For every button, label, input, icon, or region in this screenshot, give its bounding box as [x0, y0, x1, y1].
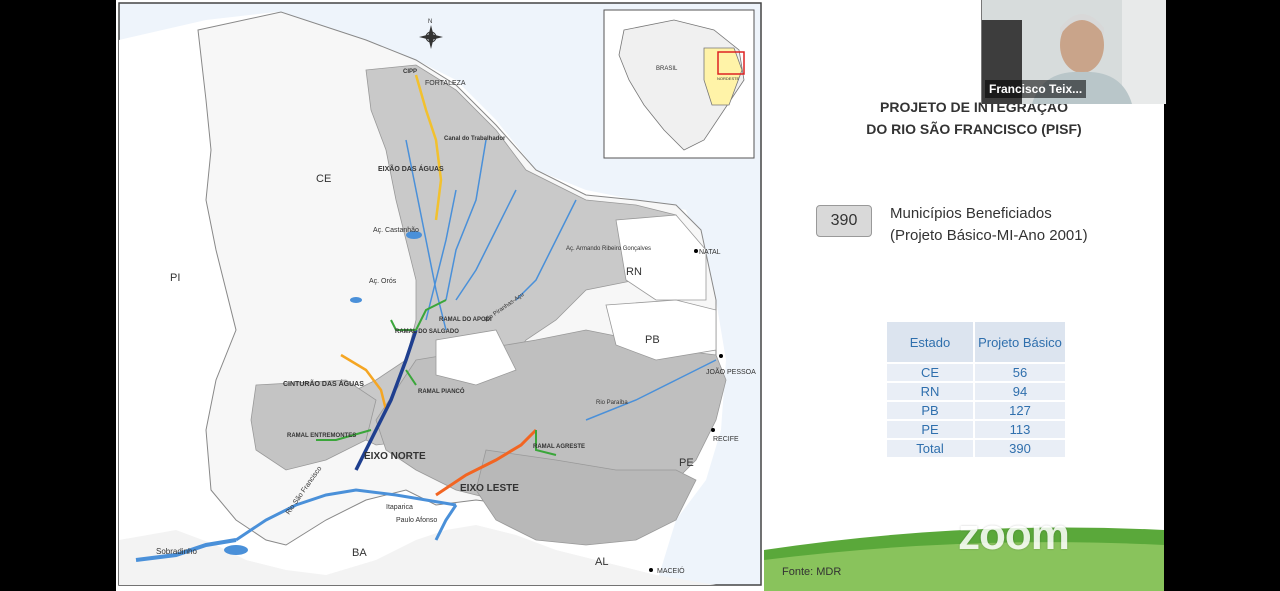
table-row: CE 56	[887, 362, 1065, 382]
map-graphic: CE PI RN PB PE BA AL FORTALEZA NATAL JOÃ…	[118, 2, 762, 586]
svg-text:BA: BA	[352, 547, 367, 559]
municipalities-count-badge: 390	[816, 205, 872, 237]
table-cell-state: PE	[887, 419, 975, 439]
svg-text:Rio Paraíba: Rio Paraíba	[596, 400, 628, 406]
table-cell-value: 127	[974, 400, 1065, 420]
svg-text:N: N	[428, 19, 432, 25]
svg-text:Sobradinho: Sobradinho	[156, 547, 197, 556]
svg-text:Paulo Afonso: Paulo Afonso	[396, 517, 437, 524]
table-cell-value: 94	[974, 381, 1065, 401]
svg-text:FORTALEZA: FORTALEZA	[425, 80, 466, 87]
slide-title-line2: DO RIO SÃO FRANCISCO (PISF)	[866, 121, 1082, 137]
svg-text:RN: RN	[626, 266, 642, 278]
table-header-estado: Estado	[887, 322, 975, 364]
table-cell-state: PB	[887, 400, 975, 420]
table-cell-state: CE	[887, 362, 975, 382]
svg-text:CIPP: CIPP	[403, 69, 417, 75]
svg-text:NORDESTE: NORDESTE	[717, 76, 740, 81]
svg-text:RAMAL AGRESTE: RAMAL AGRESTE	[533, 444, 585, 450]
table-cell-state: RN	[887, 381, 975, 401]
table-row: Total 390	[887, 438, 1065, 457]
svg-text:Aç. Castanhão: Aç. Castanhão	[373, 227, 419, 234]
table-row: RN 94	[887, 381, 1065, 401]
svg-text:RAMAL DO SALGADO: RAMAL DO SALGADO	[395, 329, 459, 335]
svg-text:BRASIL: BRASIL	[656, 66, 678, 72]
svg-text:CINTURÃO DAS ÁGUAS: CINTURÃO DAS ÁGUAS	[283, 379, 364, 388]
table-row: PE 113	[887, 419, 1065, 439]
svg-text:Aç. Armando Ribeiro Gonçalves: Aç. Armando Ribeiro Gonçalves	[566, 246, 651, 252]
svg-text:PE: PE	[679, 457, 694, 469]
municipalities-description: Municípios Beneficiados (Projeto Básico-…	[890, 203, 1088, 247]
zoom-watermark: zoom	[958, 510, 1070, 559]
svg-text:RAMAL PIANCÓ: RAMAL PIANCÓ	[418, 387, 465, 395]
svg-text:NATAL: NATAL	[699, 249, 721, 256]
table-cell-state: Total	[887, 438, 975, 457]
svg-text:AL: AL	[595, 556, 608, 568]
table-header-projeto-basico: Projeto Básico	[974, 322, 1065, 364]
svg-text:Itaparica: Itaparica	[386, 504, 413, 511]
table-row: PB 127	[887, 400, 1065, 420]
svg-text:Aç. Orós: Aç. Orós	[369, 278, 397, 285]
table-cell-value: 390	[974, 438, 1065, 457]
svg-text:JOÃO PESSOA: JOÃO PESSOA	[706, 367, 756, 376]
svg-text:Canal do Trabalhador: Canal do Trabalhador	[444, 136, 506, 142]
table-cell-value: 56	[974, 362, 1065, 382]
participant-name-label: Francisco Teix...	[985, 80, 1087, 98]
svg-text:PB: PB	[645, 334, 660, 346]
source-caption: Fonte: MDR	[782, 566, 842, 578]
svg-text:EIXO NORTE: EIXO NORTE	[364, 451, 426, 462]
table-cell-value: 113	[974, 419, 1065, 439]
participant-video-tile[interactable]: Francisco Teix...	[981, 0, 1166, 104]
pisf-map: CE PI RN PB PE BA AL FORTALEZA NATAL JOÃ…	[116, 0, 764, 591]
svg-text:RAMAL ENTREMONTES: RAMAL ENTREMONTES	[287, 433, 356, 439]
svg-text:MACEIÓ: MACEIÓ	[657, 566, 685, 575]
svg-text:RECIFE: RECIFE	[713, 436, 739, 443]
svg-text:EIXÃO DAS ÁGUAS: EIXÃO DAS ÁGUAS	[378, 164, 444, 173]
svg-text:EIXO LESTE: EIXO LESTE	[460, 483, 519, 494]
svg-text:PI: PI	[170, 272, 180, 284]
municipalities-table: Estado Projeto Básico CE 56 RN 94 PB 127	[887, 322, 1065, 457]
svg-text:CE: CE	[316, 173, 331, 185]
municipalities-description-line1: Municípios Beneficiados	[890, 205, 1052, 222]
municipalities-description-line2: (Projeto Básico-MI-Ano 2001)	[890, 227, 1088, 244]
